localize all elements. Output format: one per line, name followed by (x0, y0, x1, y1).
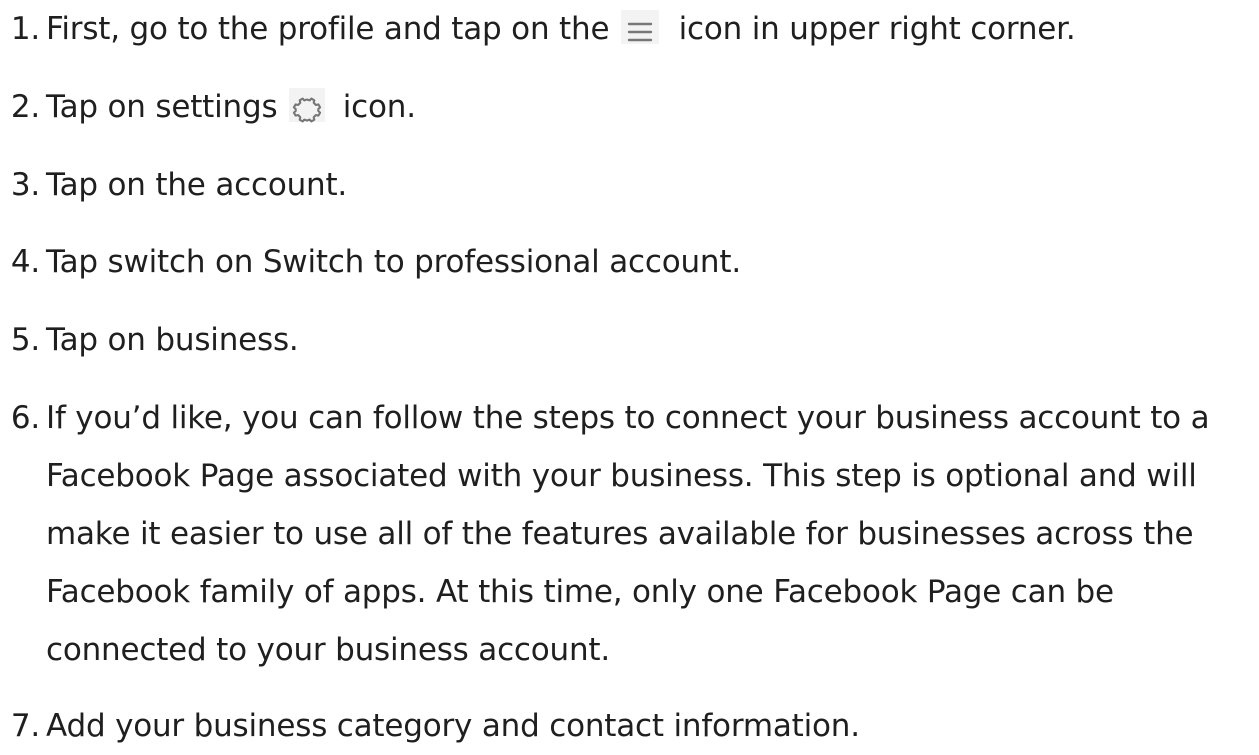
step-number: 6. (10, 400, 40, 436)
step-text: Tap on settings icon. (46, 78, 1251, 136)
step-text: Add your business category and contact i… (46, 708, 860, 744)
step-number: 3. (10, 167, 40, 203)
gear-icon (289, 87, 326, 122)
step-number: 4. (10, 244, 40, 280)
step-text: Tap on business. (46, 322, 299, 358)
menu-icon (620, 9, 659, 44)
step-text-after-icon: icon in upper right corner. (678, 11, 1076, 47)
step-text-before-icon: First, go to the profile and tap on the (46, 11, 610, 47)
step-number: 7. (10, 708, 40, 744)
step-text-before-icon: Tap on settings (46, 89, 278, 125)
step-number: 2. (10, 89, 40, 125)
step-text: Tap switch on Switch to professional acc… (46, 244, 741, 280)
step-number: 5. (10, 322, 40, 358)
step-text-after-icon: icon. (342, 89, 416, 125)
step-number: 1. (10, 11, 40, 47)
step-text: First, go to the profile and tap on the … (46, 0, 1251, 58)
step-text: If you’d like, you can follow the steps … (46, 400, 1210, 668)
step-text: Tap on the account. (46, 167, 348, 203)
